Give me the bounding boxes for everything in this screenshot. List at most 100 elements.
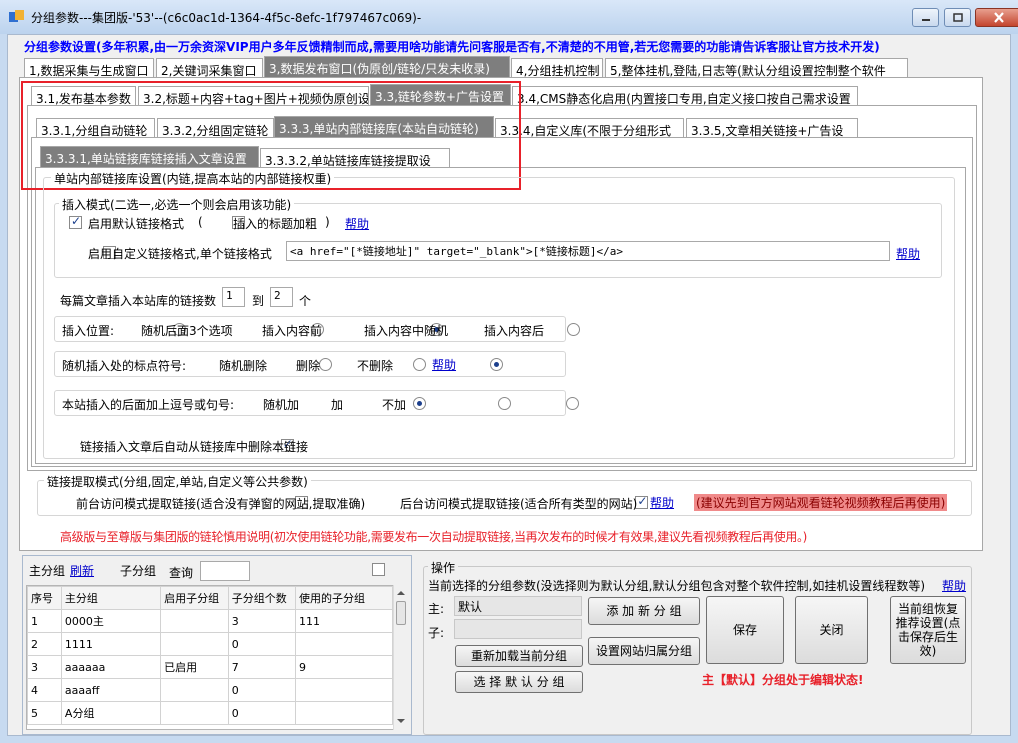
punct-option-keep: 不删除 (357, 359, 394, 373)
table-cell: 7 (227, 655, 296, 679)
scroll-thumb[interactable] (396, 601, 406, 625)
help-link-custom-format[interactable]: 帮助 (896, 245, 920, 262)
position-option-random-inside: 插入内容中随机 (364, 324, 449, 338)
col-index: 序号 (27, 586, 62, 610)
comma-option-random: 随机加 (263, 398, 300, 412)
extract-mode-title: 链接提取模式(分组,固定,单站,自定义等公共参数) (44, 473, 311, 490)
link-wheel-note: 高级版与至尊版与集团版的链轮慎用说明(初次使用链轮功能,需要发布一次自动提取链接… (60, 530, 808, 544)
table-row[interactable]: 4 aaaaff 0 (27, 678, 393, 702)
auto-delete-label: 链接插入文章后自动从链接库中删除本链接 (80, 440, 309, 454)
position-radio-after[interactable] (566, 323, 580, 336)
comma-label: 本站插入的后面加上逗号或句号: (62, 398, 235, 412)
close-window-button[interactable] (975, 8, 1018, 27)
table-cell: aaaaaa (60, 655, 162, 679)
table-header-row: 序号 主分组 启用子分组 子分组个数 使用的子分组 (27, 586, 393, 610)
custom-format-label: 启用自定义链接格式,单个链接格式 (88, 247, 272, 261)
app-icon (9, 10, 24, 22)
table-cell: 1111 (60, 632, 162, 656)
inner-link-group-title: 单站内部链接库设置(内链,提高本站的内部链接权重) (51, 170, 335, 187)
default-format-label: 启用默认链接格式 (88, 217, 185, 231)
col-sub-count: 子分组个数 (227, 586, 296, 610)
maximize-icon (952, 13, 963, 22)
main-group-label: 主: (428, 602, 445, 616)
group-list-title: 主分组 (29, 564, 66, 578)
maximize-button[interactable] (944, 8, 971, 27)
punct-radio-delete[interactable] (412, 358, 426, 371)
default-format-checkbox[interactable] (69, 214, 82, 229)
table-cell: 2 (27, 632, 62, 656)
tab-overall[interactable]: 5,整体挂机,登陆,日志等(默认分组设置控制整个软件 (605, 58, 908, 78)
tab-custom-library[interactable]: 3.3.4,自定义库(不限于分组形式 (495, 118, 684, 138)
close-button[interactable]: 关闭 (795, 596, 868, 664)
punct-label: 随机插入处的标点符号: (62, 359, 187, 373)
comma-option-add: 加 (331, 398, 344, 412)
table-cell: 4 (27, 678, 62, 702)
comma-option-none: 不加 (382, 398, 407, 412)
tab-keyword-collect[interactable]: 2,关键词采集窗口 (156, 58, 263, 78)
table-cell: 3 (27, 655, 62, 679)
position-label: 插入位置: (62, 324, 115, 338)
help-link-operations[interactable]: 帮助 (942, 577, 966, 594)
table-cell: A分组 (60, 701, 162, 725)
link-count-to: 到 (252, 294, 265, 308)
sub-group-label: 子分组 (120, 564, 157, 578)
refresh-link[interactable]: 刷新 (70, 562, 94, 579)
punct-radio-random-delete[interactable] (318, 358, 332, 371)
tab-data-collect[interactable]: 1,数据采集与生成窗口 (24, 58, 154, 78)
tab-data-publish[interactable]: 3,数据发布窗口(伪原创/链轮/只发未收录) (264, 56, 510, 78)
table-cell: aaaaff (60, 678, 162, 702)
col-used-sub: 使用的子分组 (294, 586, 393, 610)
scroll-down-icon (397, 719, 405, 723)
select-default-group-button[interactable]: 选 择 默 认 分 组 (455, 671, 583, 693)
table-cell (160, 609, 229, 633)
link-count-max-input[interactable]: 2 (270, 287, 293, 307)
position-option-after: 插入内容后 (484, 324, 545, 338)
paren-open: ( (198, 215, 203, 229)
table-scrollbar[interactable] (393, 585, 408, 730)
table-cell: 111 (294, 609, 393, 633)
save-button[interactable]: 保存 (706, 596, 784, 664)
reload-group-button[interactable]: 重新加载当前分组 (455, 645, 583, 667)
link-count-min-input[interactable]: 1 (222, 287, 245, 307)
custom-format-input[interactable]: <a href="[*链接地址]" target="_blank">[*链接标题… (286, 241, 890, 261)
tab-related-links-ads[interactable]: 3.3.5,文章相关链接+广告设 (686, 118, 858, 138)
comma-radio-none[interactable] (565, 397, 579, 410)
add-group-button[interactable]: 添 加 新 分 组 (588, 597, 700, 625)
link-count-unit: 个 (299, 294, 312, 308)
minimize-icon (921, 18, 930, 21)
table-cell: 已启用 (160, 655, 229, 679)
help-link-extract[interactable]: 帮助 (650, 494, 674, 511)
table-cell: 9 (294, 655, 393, 679)
set-site-group-button[interactable]: 设置网站归属分组 (588, 637, 700, 665)
restore-recommended-button[interactable]: 当前组恢复推荐设置(点击保存后生效) (890, 596, 966, 664)
query-input[interactable] (200, 561, 250, 581)
insert-mode-title: 插入模式(二选一,必选一个则会启用该功能) (59, 196, 295, 213)
sub-group-value-label: 子: (428, 626, 445, 640)
tab-group-control[interactable]: 4,分组挂机控制 (511, 58, 603, 78)
minimize-button[interactable] (912, 8, 939, 27)
table-cell: 0 (227, 701, 296, 725)
tab-cms-static[interactable]: 3.4,CMS静态化启用(内置接口专用,自定义接口按自己需求设置 (512, 86, 858, 106)
front-extract-label: 前台访问模式提取链接(适合没有弹窗的网站,提取准确) (76, 497, 366, 511)
punct-option-delete: 删除 (296, 359, 321, 373)
sub-group-checkbox[interactable] (372, 563, 386, 576)
back-extract-label: 后台访问模式提取链接(适合所有类型的网站) (400, 497, 638, 511)
table-row[interactable]: 5 A分组 0 (27, 701, 393, 725)
table-cell: 1 (27, 609, 62, 633)
paren-close: ) (325, 215, 330, 229)
table-row[interactable]: 3 aaaaaa 已启用 7 9 (27, 655, 393, 679)
scroll-up-icon (397, 591, 405, 595)
headline-notice: 分组参数设置(多年积累,由一万余资深VIP用户多年反馈精制而成,需要用啥功能请先… (24, 40, 880, 54)
sub-group-value (454, 619, 582, 639)
table-cell (160, 678, 229, 702)
col-main-group: 主分组 (60, 586, 162, 610)
table-cell: 3 (227, 609, 296, 633)
table-row[interactable]: 1 0000主 3 111 (27, 609, 393, 633)
main-group-value: 默认 (454, 596, 582, 616)
table-row[interactable]: 2 1111 0 (27, 632, 393, 656)
help-link-default-format[interactable]: 帮助 (345, 215, 369, 232)
table-cell (294, 678, 393, 702)
help-link-punct[interactable]: 帮助 (432, 356, 456, 373)
col-sub-enabled: 启用子分组 (160, 586, 229, 610)
query-label: 查询 (169, 566, 194, 580)
